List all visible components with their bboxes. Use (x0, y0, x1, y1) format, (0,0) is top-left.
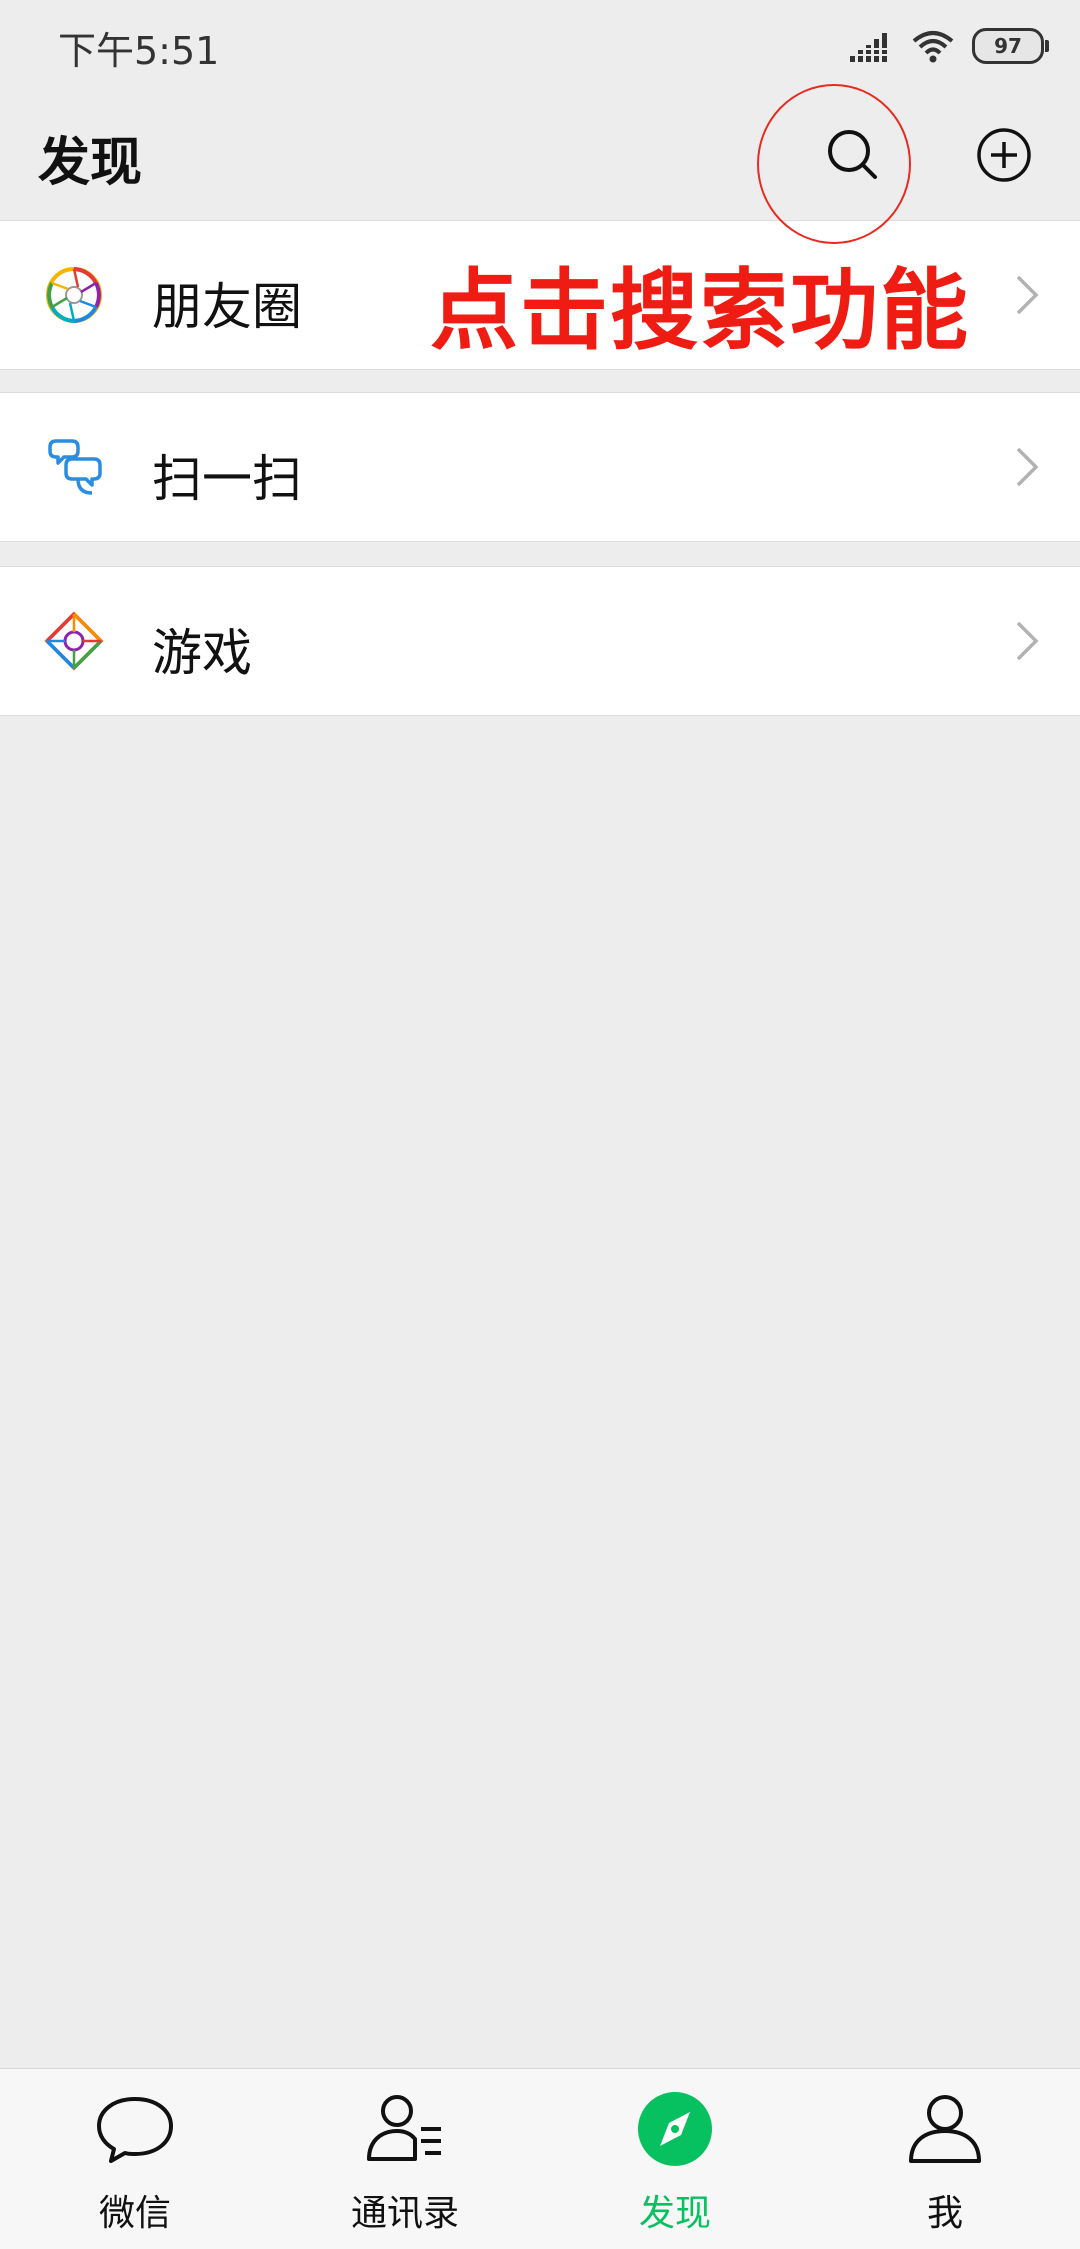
menu-group-games: 游戏 (0, 566, 1080, 716)
contacts-icon (367, 2095, 441, 2161)
battery-indicator: 97 (972, 28, 1049, 64)
add-button[interactable] (969, 120, 1039, 190)
tab-chats[interactable]: 微信 (0, 2069, 270, 2249)
tab-label-chats: 微信 (98, 2193, 171, 2234)
signal-icon (850, 33, 887, 62)
tab-me[interactable]: 我 (810, 2069, 1080, 2249)
tab-label-contacts: 通讯录 (350, 2193, 459, 2234)
plus-circle-icon (977, 128, 1031, 182)
tab-bar: 微信 通讯录 发现 我 (0, 2068, 1080, 2249)
tab-discover[interactable]: 发现 (540, 2069, 810, 2249)
menu-item-games[interactable]: 游戏 (0, 567, 1080, 715)
status-icons: 97 (850, 24, 1049, 68)
page-title: 发现 (38, 133, 143, 193)
chat-bubble-icon (97, 2097, 173, 2163)
tab-label-discover: 发现 (638, 2193, 711, 2234)
status-bar: 下午5:51 97 (0, 0, 1080, 90)
person-icon (909, 2095, 981, 2163)
tab-contacts[interactable]: 通讯录 (270, 2069, 540, 2249)
menu-group-scan: 扫一扫 (0, 392, 1080, 542)
menu-item-scan[interactable]: 扫一扫 (0, 393, 1080, 541)
menu-label-moments: 朋友圈 (152, 278, 302, 336)
wifi-icon (912, 31, 954, 63)
annotation-circle (757, 84, 911, 244)
status-time: 下午5:51 (58, 29, 220, 73)
chevron-right-icon (1016, 447, 1039, 487)
game-icon (44, 611, 104, 671)
compass-icon (638, 2092, 712, 2166)
header: 发现 (0, 90, 1080, 220)
chevron-right-icon (1016, 275, 1039, 315)
chevron-right-icon (1016, 621, 1039, 661)
annotation-text: 点击搜索功能 (430, 259, 971, 362)
moments-icon (46, 267, 102, 323)
tab-label-me: 我 (926, 2193, 963, 2234)
menu-label-games: 游戏 (152, 624, 252, 682)
menu-label-scan: 扫一扫 (152, 450, 302, 508)
scan-icon (48, 439, 102, 495)
